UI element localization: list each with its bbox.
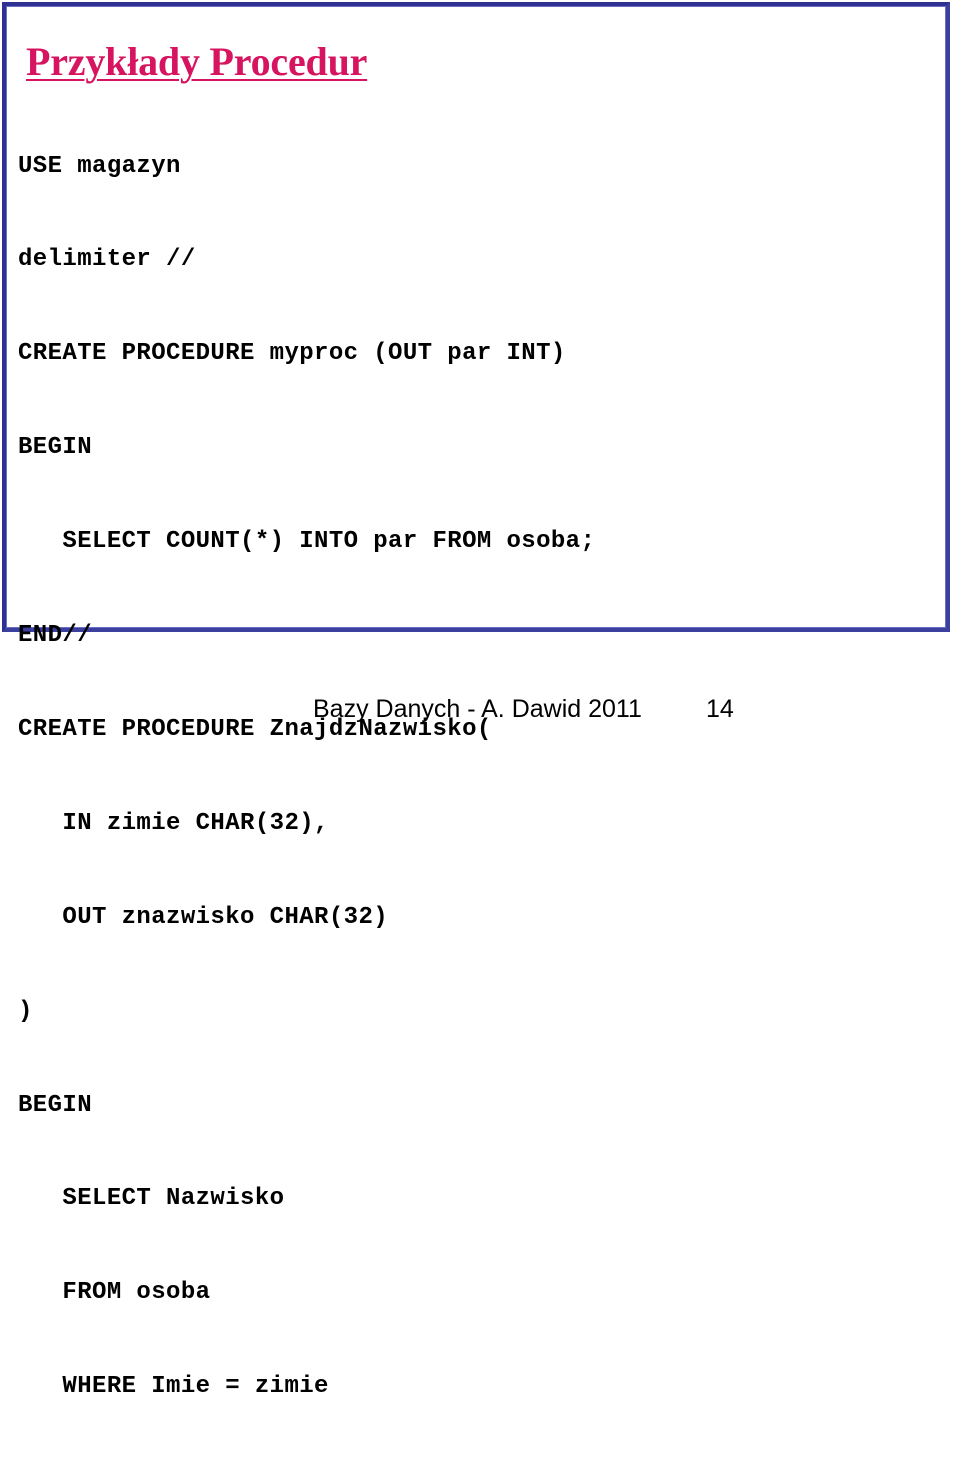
- presentation-slide: Przykłady Procedur USE magazyn delimiter…: [0, 0, 960, 1400]
- code-line: SELECT COUNT(*) INTO par FROM osoba;: [18, 528, 596, 556]
- code-line: FROM osoba: [18, 1279, 211, 1307]
- code-line: BEGIN: [18, 434, 93, 462]
- code-line: WHERE Imie = zimie: [18, 1373, 329, 1401]
- code-line: OUT znazwisko CHAR(32): [18, 903, 389, 931]
- sql-code-block: USE magazyn delimiter // CREATE PROCEDUR…: [18, 88, 928, 1462]
- code-line: IN zimie CHAR(32),: [18, 809, 329, 837]
- code-line: SELECT Nazwisko: [18, 1185, 285, 1213]
- code-line: BEGIN: [18, 1091, 93, 1119]
- code-line: ): [18, 997, 33, 1025]
- slide-footer: Bazy Danych - A. Dawid 2011 14: [0, 694, 960, 728]
- code-line: delimiter //: [18, 246, 196, 274]
- slide-title: Przykłady Procedur: [26, 38, 368, 84]
- code-line: END//: [18, 622, 93, 650]
- code-line: CREATE PROCEDURE myproc (OUT par INT): [18, 340, 566, 368]
- code-line: USE magazyn: [18, 152, 181, 180]
- slide-page-number: 14: [706, 695, 734, 723]
- footer-attribution: Bazy Danych - A. Dawid 2011: [313, 695, 642, 723]
